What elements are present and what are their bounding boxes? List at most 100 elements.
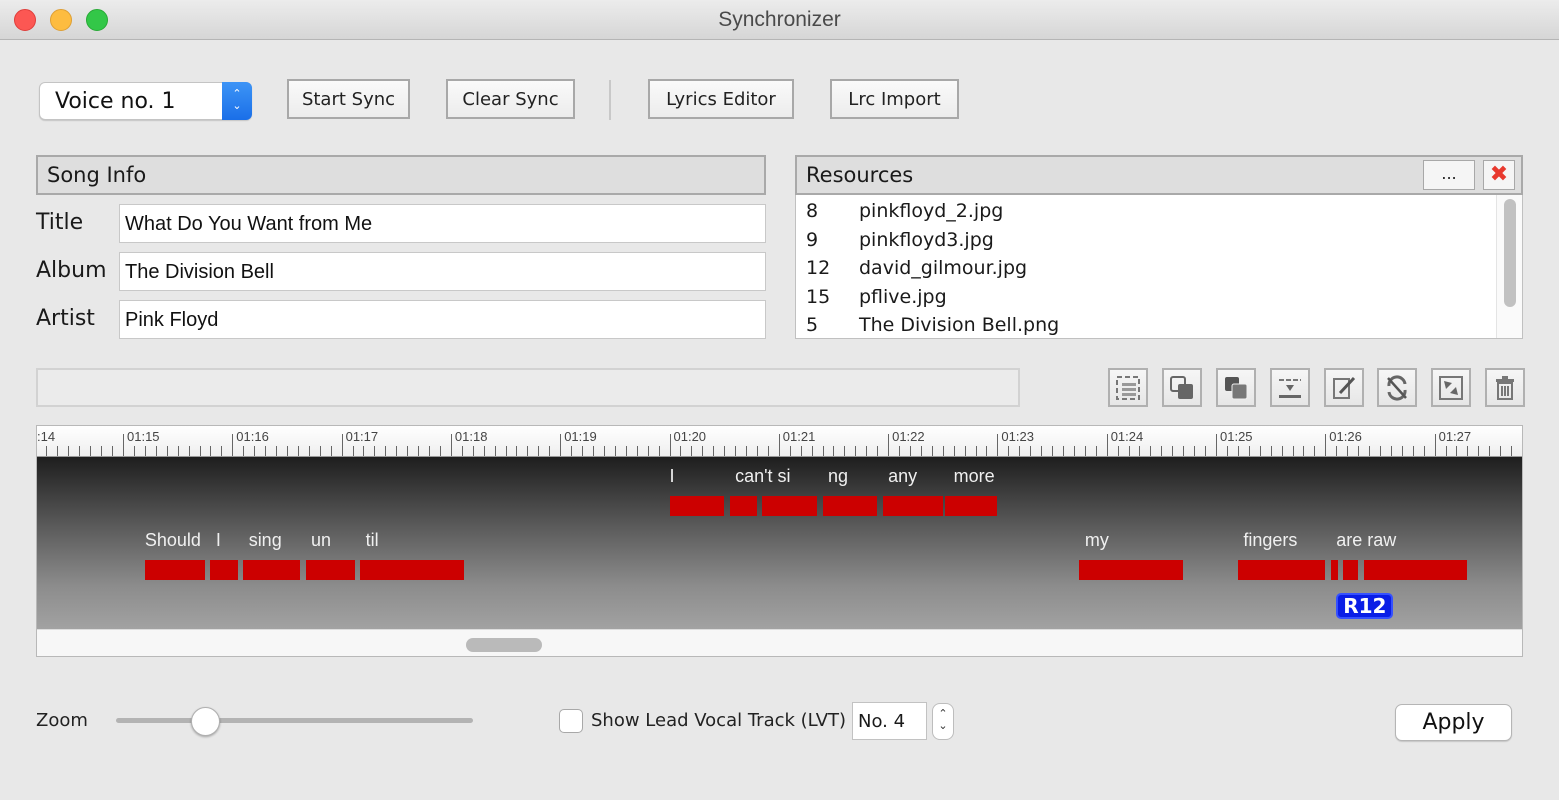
minor-tick [385, 446, 387, 456]
syllable-bar[interactable] [210, 560, 238, 580]
album-field[interactable]: The Division Bell [119, 252, 766, 291]
minor-tick [658, 446, 660, 456]
lyrics-editor-button[interactable]: Lyrics Editor [648, 79, 794, 119]
major-tick [560, 434, 562, 456]
delete-resource-button[interactable]: ✖ [1483, 160, 1515, 190]
duplicate-button[interactable] [1216, 368, 1256, 407]
syllable-bar[interactable] [1079, 560, 1184, 580]
syllable-bar[interactable] [305, 560, 355, 580]
syllable-bar[interactable] [1330, 560, 1339, 580]
lvt-number-stepper[interactable]: ⌃ ⌄ [932, 703, 954, 740]
album-label: Album [36, 258, 107, 283]
lyrics-track[interactable]: Ican't si ng any more Should Ising un til my fing… [37, 457, 1522, 629]
edit-button[interactable] [1324, 368, 1364, 407]
timeline-scroll-thumb[interactable] [466, 638, 542, 652]
unsync-button[interactable] [1377, 368, 1417, 407]
major-tick [669, 434, 671, 456]
minor-tick [418, 446, 420, 456]
resources-scroll-thumb[interactable] [1504, 199, 1516, 307]
major-tick [232, 434, 234, 456]
close-x-icon: ✖ [1489, 162, 1509, 187]
minor-tick [1008, 446, 1010, 456]
minor-tick [746, 446, 747, 456]
minor-tick [636, 446, 638, 456]
minor-tick [964, 446, 966, 456]
tick-label: 01:27 [1438, 429, 1472, 444]
syllable-bar[interactable] [822, 496, 878, 516]
syllable-bar[interactable] [762, 496, 818, 516]
select-region-button[interactable] [1108, 368, 1148, 407]
minor-tick [986, 446, 988, 456]
syllable-bar[interactable] [944, 496, 998, 516]
minor-tick [1401, 446, 1403, 456]
minor-tick [942, 446, 944, 456]
major-tick [450, 434, 452, 456]
minor-tick [101, 446, 103, 456]
syllable-label: fingers [1243, 530, 1298, 550]
resources-list[interactable]: 8 pinkfloyd_2.jpg 9 pinkfloyd3.jpg 12 david… [795, 195, 1523, 339]
syllable-bar[interactable] [144, 560, 205, 580]
resources-title: Resources [806, 163, 914, 187]
minor-tick [1522, 446, 1523, 456]
syllable-bar[interactable] [1342, 560, 1359, 580]
zoom-slider-thumb[interactable] [191, 707, 221, 736]
minor-tick [1500, 446, 1502, 456]
minor-tick [68, 446, 70, 456]
minor-tick [1423, 446, 1425, 456]
apply-button[interactable]: Apply [1395, 704, 1512, 741]
syllable-label: I [669, 466, 675, 486]
minor-tick [1358, 446, 1360, 456]
time-ruler[interactable]: :14 01:15 01:16 01:17 01:18 01:19 01:20 01:21 01… [37, 426, 1522, 457]
lvt-number-field[interactable]: No. 4 [852, 702, 927, 740]
resources-scrollbar[interactable] [1496, 195, 1522, 338]
resource-marker[interactable]: R12 [1336, 593, 1394, 619]
resource-name: david_gilmour.jpg [859, 257, 1028, 279]
minor-tick [429, 446, 431, 456]
start-sync-button[interactable]: Start Sync [287, 79, 410, 119]
resource-name: pinkfloyd3.jpg [859, 229, 994, 251]
tick-label: 01:18 [454, 429, 488, 444]
minor-tick [614, 446, 616, 456]
minor-tick [735, 446, 737, 456]
select-region-icon [1116, 375, 1140, 400]
tick-label: 01:17 [345, 429, 379, 444]
syllable-label: Should [144, 530, 201, 550]
timeline-scrollbar[interactable] [37, 629, 1522, 656]
syllable-bar[interactable] [669, 496, 725, 516]
minor-tick [713, 446, 715, 456]
minor-tick [1292, 446, 1294, 456]
delete-button[interactable] [1485, 368, 1525, 407]
insert-line-button[interactable] [1270, 368, 1310, 407]
voice-select-value: Voice no. 1 [55, 89, 176, 114]
syllable-bar[interactable] [1363, 560, 1468, 580]
synchronizer-window: Synchronizer Voice no. 1 ⌃ ⌄ Start Sync C… [0, 0, 1559, 800]
artist-field[interactable]: Pink Floyd [119, 300, 766, 339]
syllable-bar[interactable] [882, 496, 943, 516]
syllable-bar[interactable] [729, 496, 757, 516]
syllable-bar[interactable] [360, 560, 464, 580]
title-field[interactable]: What Do You Want from Me [119, 204, 766, 243]
resize-button[interactable] [1431, 368, 1471, 407]
clear-sync-button[interactable]: Clear Sync [446, 79, 575, 119]
song-info-header: Song Info [36, 155, 766, 195]
syllable-label: more [953, 466, 995, 486]
minor-tick [1270, 446, 1272, 456]
tick-label: 01:16 [236, 429, 269, 444]
browse-resources-button[interactable]: ... [1423, 160, 1475, 190]
minor-tick [1478, 446, 1480, 456]
minor-tick [276, 446, 278, 456]
show-lvt-checkbox[interactable] [559, 709, 583, 733]
lrc-import-button[interactable]: Lrc Import [830, 79, 959, 119]
voice-select[interactable]: Voice no. 1 ⌃ ⌄ [39, 82, 252, 120]
tick-label: :14 [37, 429, 56, 444]
minor-tick [505, 446, 507, 456]
zoom-slider[interactable] [116, 718, 473, 723]
copy-button[interactable] [1162, 368, 1202, 407]
timeline[interactable]: :14 01:15 01:16 01:17 01:18 01:19 01:20 01:21 01… [36, 425, 1523, 657]
syllable-bar[interactable] [1237, 560, 1326, 580]
title-bar: Synchronizer [0, 0, 1559, 40]
syllable-bar[interactable] [243, 560, 301, 580]
tick-label: 01:23 [1001, 429, 1034, 444]
updown-chevron-icon[interactable]: ⌃ ⌄ [222, 82, 252, 120]
minor-tick [1205, 446, 1207, 456]
